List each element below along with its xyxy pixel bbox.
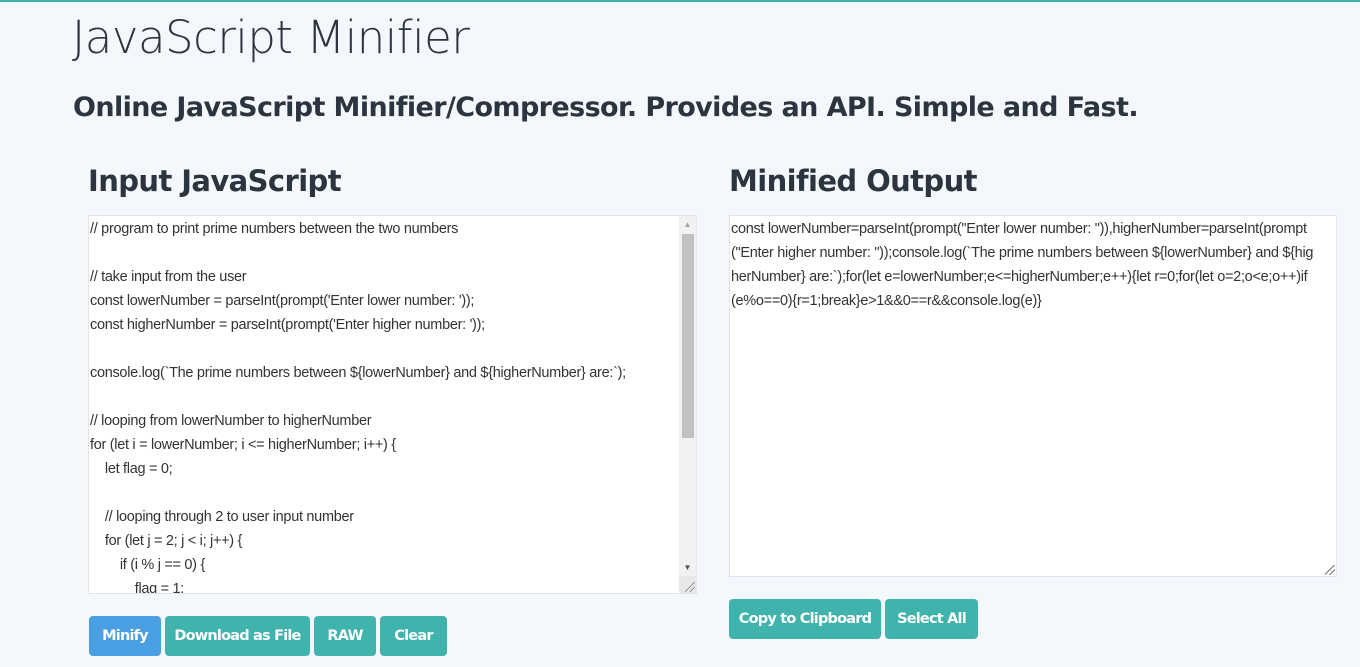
resize-grip-icon[interactable] bbox=[1325, 565, 1335, 575]
top-accent-bar bbox=[0, 0, 1360, 2]
input-scrollbar[interactable]: ▲ ▼ bbox=[679, 216, 696, 593]
output-heading: Minified Output bbox=[729, 164, 978, 198]
minify-button[interactable]: Minify bbox=[89, 616, 161, 656]
select-all-button[interactable]: Select All bbox=[885, 599, 978, 639]
input-resize-corner[interactable] bbox=[679, 576, 696, 593]
page-title: JavaScript Minifier bbox=[72, 11, 470, 64]
raw-button[interactable]: RAW bbox=[314, 616, 376, 656]
page-subtitle: Online JavaScript Minifier/Compressor. P… bbox=[73, 92, 1139, 123]
download-as-file-button[interactable]: Download as File bbox=[165, 616, 310, 656]
scroll-down-arrow-icon[interactable]: ▼ bbox=[679, 559, 696, 576]
resize-grip-icon[interactable] bbox=[685, 582, 695, 592]
scrollbar-thumb[interactable] bbox=[682, 234, 694, 438]
clear-button[interactable]: Clear bbox=[380, 616, 447, 656]
input-heading: Input JavaScript bbox=[88, 164, 342, 198]
output-code[interactable]: const lowerNumber=parseInt(prompt("Enter… bbox=[730, 216, 1336, 313]
input-javascript-textarea[interactable]: // program to print prime numbers betwee… bbox=[88, 215, 697, 594]
minified-output-textarea[interactable]: const lowerNumber=parseInt(prompt("Enter… bbox=[729, 215, 1337, 577]
copy-to-clipboard-button[interactable]: Copy to Clipboard bbox=[729, 599, 881, 639]
scroll-up-arrow-icon[interactable]: ▲ bbox=[679, 216, 696, 233]
input-code[interactable]: // program to print prime numbers betwee… bbox=[89, 216, 696, 593]
